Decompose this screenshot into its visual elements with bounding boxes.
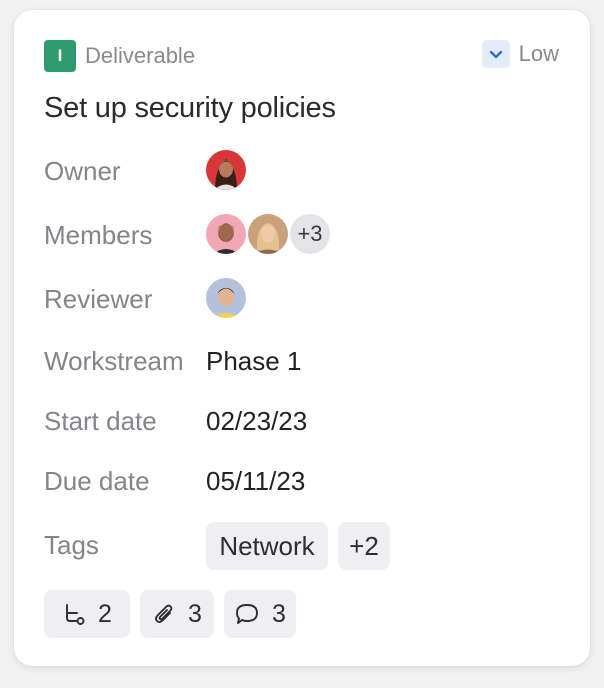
subtasks-chip[interactable]: 2 — [44, 590, 130, 638]
priority-label: Low — [518, 41, 559, 66]
members-label: Members — [44, 220, 153, 250]
due-date-value[interactable]: 05/11/23 — [206, 466, 305, 497]
reviewer-label: Reviewer — [44, 284, 153, 314]
task-card[interactable]: I Deliverable Low Set up security polici… — [14, 10, 590, 666]
start-date-label: Start date — [44, 406, 157, 436]
deliverable-badge: I — [44, 40, 76, 72]
tags-label: Tags — [44, 530, 99, 560]
attachments-chip[interactable]: 3 — [140, 590, 214, 638]
workstream-value[interactable]: Phase 1 — [206, 346, 301, 377]
tags-more-chip[interactable]: +2 — [338, 522, 390, 570]
start-date-value[interactable]: 02/23/23 — [206, 406, 307, 437]
member-avatar[interactable] — [246, 212, 290, 256]
type-label: Deliverable — [85, 43, 196, 68]
comments-count: 3 — [272, 599, 286, 628]
owner-avatar[interactable] — [204, 148, 248, 192]
comments-chip[interactable]: 3 — [224, 590, 296, 638]
paperclip-icon — [152, 602, 176, 626]
owner-label: Owner — [44, 156, 121, 186]
tag-chip[interactable]: Network — [206, 522, 328, 570]
comment-icon — [234, 602, 260, 626]
subtasks-count: 2 — [98, 599, 112, 628]
reviewer-avatar[interactable] — [204, 276, 248, 320]
chevron-down-icon — [481, 40, 510, 68]
task-title[interactable]: Set up security policies — [44, 92, 336, 125]
attachments-count: 3 — [188, 599, 202, 628]
members-more-badge[interactable]: +3 — [288, 212, 332, 256]
type-indicator: I Deliverable — [44, 40, 195, 72]
workstream-label: Workstream — [44, 346, 184, 376]
subtask-icon — [62, 602, 86, 626]
priority-selector[interactable]: Low — [481, 40, 559, 68]
member-avatar[interactable] — [204, 212, 248, 256]
due-date-label: Due date — [44, 466, 150, 496]
